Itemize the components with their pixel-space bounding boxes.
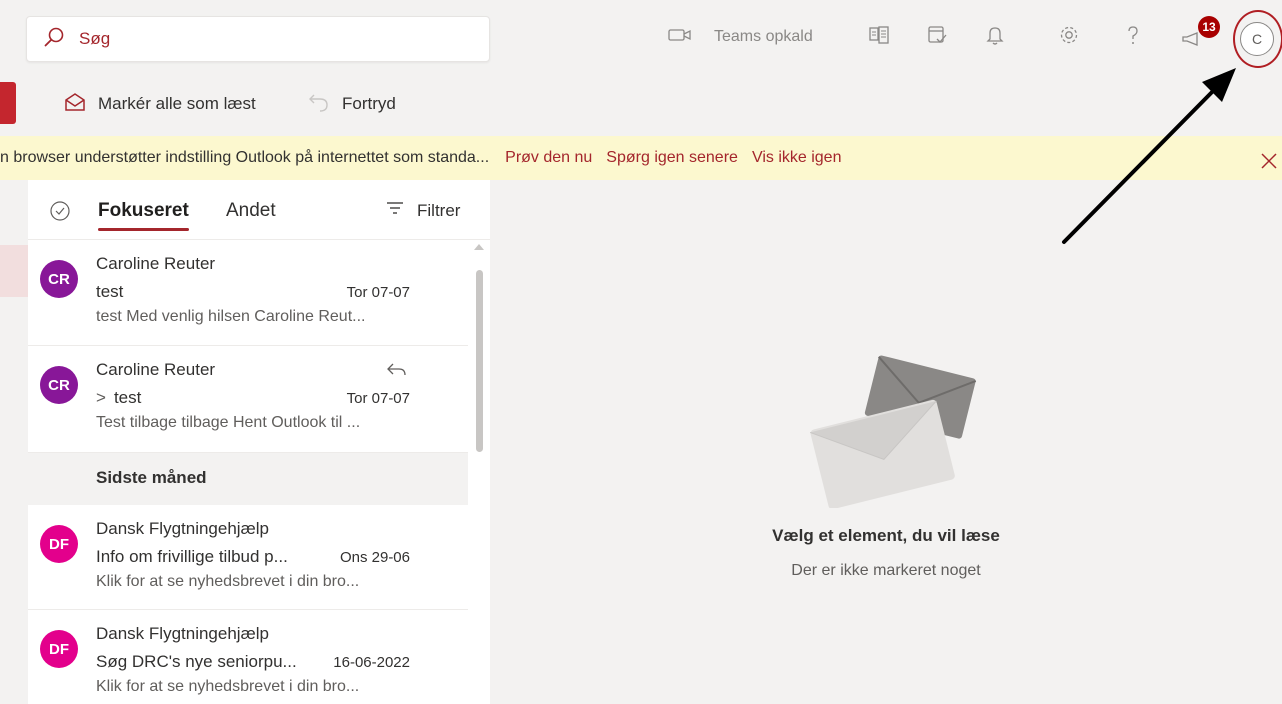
banner-message: n browser understøtter indstilling Outlo… (0, 149, 490, 166)
office-icon (868, 24, 890, 51)
notification-badge: 13 (1198, 16, 1220, 38)
filter-icon (385, 200, 405, 221)
sender-avatar: CR (40, 366, 78, 404)
account-avatar-button[interactable]: C (1240, 22, 1274, 56)
default-browser-banner: n browser understøtter indstilling Outlo… (0, 136, 1282, 180)
sender-avatar: CR (40, 260, 78, 298)
message-preview: Klik for at se nyhedsbrevet i din bro... (96, 573, 360, 590)
message-item[interactable]: CR Caroline Reuter test Tor 07-07 test M… (28, 240, 468, 346)
expand-thread-chevron[interactable]: > (96, 388, 106, 408)
message-preview: test Med venlig hilsen Caroline Reut... (96, 308, 366, 325)
envelopes-illustration-icon (809, 348, 980, 510)
question-icon (1122, 24, 1144, 51)
section-header: Sidste måned (28, 453, 468, 505)
calendar-check-icon (926, 24, 948, 51)
sender-avatar: DF (40, 525, 78, 563)
message-sender: Caroline Reuter (96, 360, 216, 379)
message-item[interactable]: DF Dansk Flygtningehjælp Søg DRC's nye s… (28, 610, 468, 704)
search-icon (43, 26, 65, 53)
bell-icon (984, 24, 1006, 51)
empty-state-title: Vælg et element, du vil læse (772, 526, 1000, 545)
banner-try-now-link[interactable]: Prøv den nu (505, 149, 592, 167)
filter-label: Filtrer (417, 200, 461, 220)
inbox-pivot-bar: Fokuseret Andet Filtrer (28, 180, 490, 240)
teams-call-button[interactable]: Teams opkald (668, 22, 813, 52)
active-tab-indicator (98, 228, 189, 231)
message-sender: Dansk Flygtningehjælp (96, 624, 269, 643)
message-sender: Dansk Flygtningehjælp (96, 519, 269, 538)
message-subject: test (113, 388, 142, 407)
message-item[interactable]: CR Caroline Reuter > test Tor 07-07 Test … (28, 346, 468, 453)
banner-close-icon[interactable] (1258, 150, 1280, 172)
new-message-button-edge[interactable] (0, 82, 16, 124)
video-camera-icon (668, 26, 692, 49)
message-subject: Info om frivillige tilbud p... (96, 547, 288, 566)
selected-folder-highlight[interactable] (0, 245, 28, 297)
my-day-button[interactable] (926, 22, 948, 52)
message-date: Tor 07-07 (346, 284, 410, 301)
office-apps-button[interactable] (868, 22, 890, 52)
banner-ask-later-link[interactable]: Spørg igen senere (606, 149, 738, 167)
message-date: Ons 29-06 (339, 549, 410, 566)
undo-icon (308, 91, 330, 118)
reading-pane: Vælg et element, du vil læse Der er ikke… (490, 180, 1282, 704)
settings-button[interactable] (1058, 22, 1080, 52)
scrollbar-thumb[interactable] (476, 270, 483, 452)
envelope-open-icon (64, 91, 86, 118)
mark-all-read-label: Markér alle som læst (98, 94, 256, 113)
undo-label: Fortryd (342, 94, 396, 113)
notifications-button[interactable] (984, 22, 1006, 52)
message-preview: Test tilbage tilbage Hent Outlook til ..… (96, 414, 361, 431)
empty-state-subtitle: Der er ikke markeret noget (791, 562, 981, 579)
gear-icon (1058, 24, 1080, 51)
section-header-label: Sidste måned (96, 468, 207, 487)
select-all-checkbox-icon[interactable] (49, 200, 71, 222)
teams-call-label: Teams opkald (714, 28, 813, 45)
undo-button[interactable]: Fortryd (296, 90, 396, 118)
search-box[interactable]: Søg (26, 16, 490, 62)
banner-dont-show-link[interactable]: Vis ikke igen (752, 149, 842, 167)
search-placeholder: Søg (79, 29, 111, 48)
tab-focused[interactable]: Fokuseret (98, 200, 189, 222)
mark-all-read-button[interactable]: Markér alle som læst (52, 90, 256, 118)
help-button[interactable] (1122, 22, 1144, 52)
message-date: Tor 07-07 (346, 390, 410, 407)
message-item[interactable]: DF Dansk Flygtningehjælp Info om frivill… (28, 505, 468, 610)
message-preview: Klik for at se nyhedsbrevet i din bro... (96, 678, 360, 695)
tab-other[interactable]: Andet (226, 200, 276, 222)
replied-icon (386, 362, 408, 380)
sender-avatar: DF (40, 630, 78, 668)
message-subject: test (96, 282, 124, 301)
filter-button[interactable]: Filtrer (373, 200, 460, 221)
scroll-up-arrow-icon[interactable] (474, 244, 484, 250)
message-sender: Caroline Reuter (96, 254, 216, 273)
message-subject: Søg DRC's nye seniorpu... (96, 652, 297, 671)
message-date: 16-06-2022 (333, 654, 410, 671)
message-subject-row: > test (96, 388, 141, 408)
message-list: Fokuseret Andet Filtrer CR Caroline Reut… (28, 180, 490, 704)
